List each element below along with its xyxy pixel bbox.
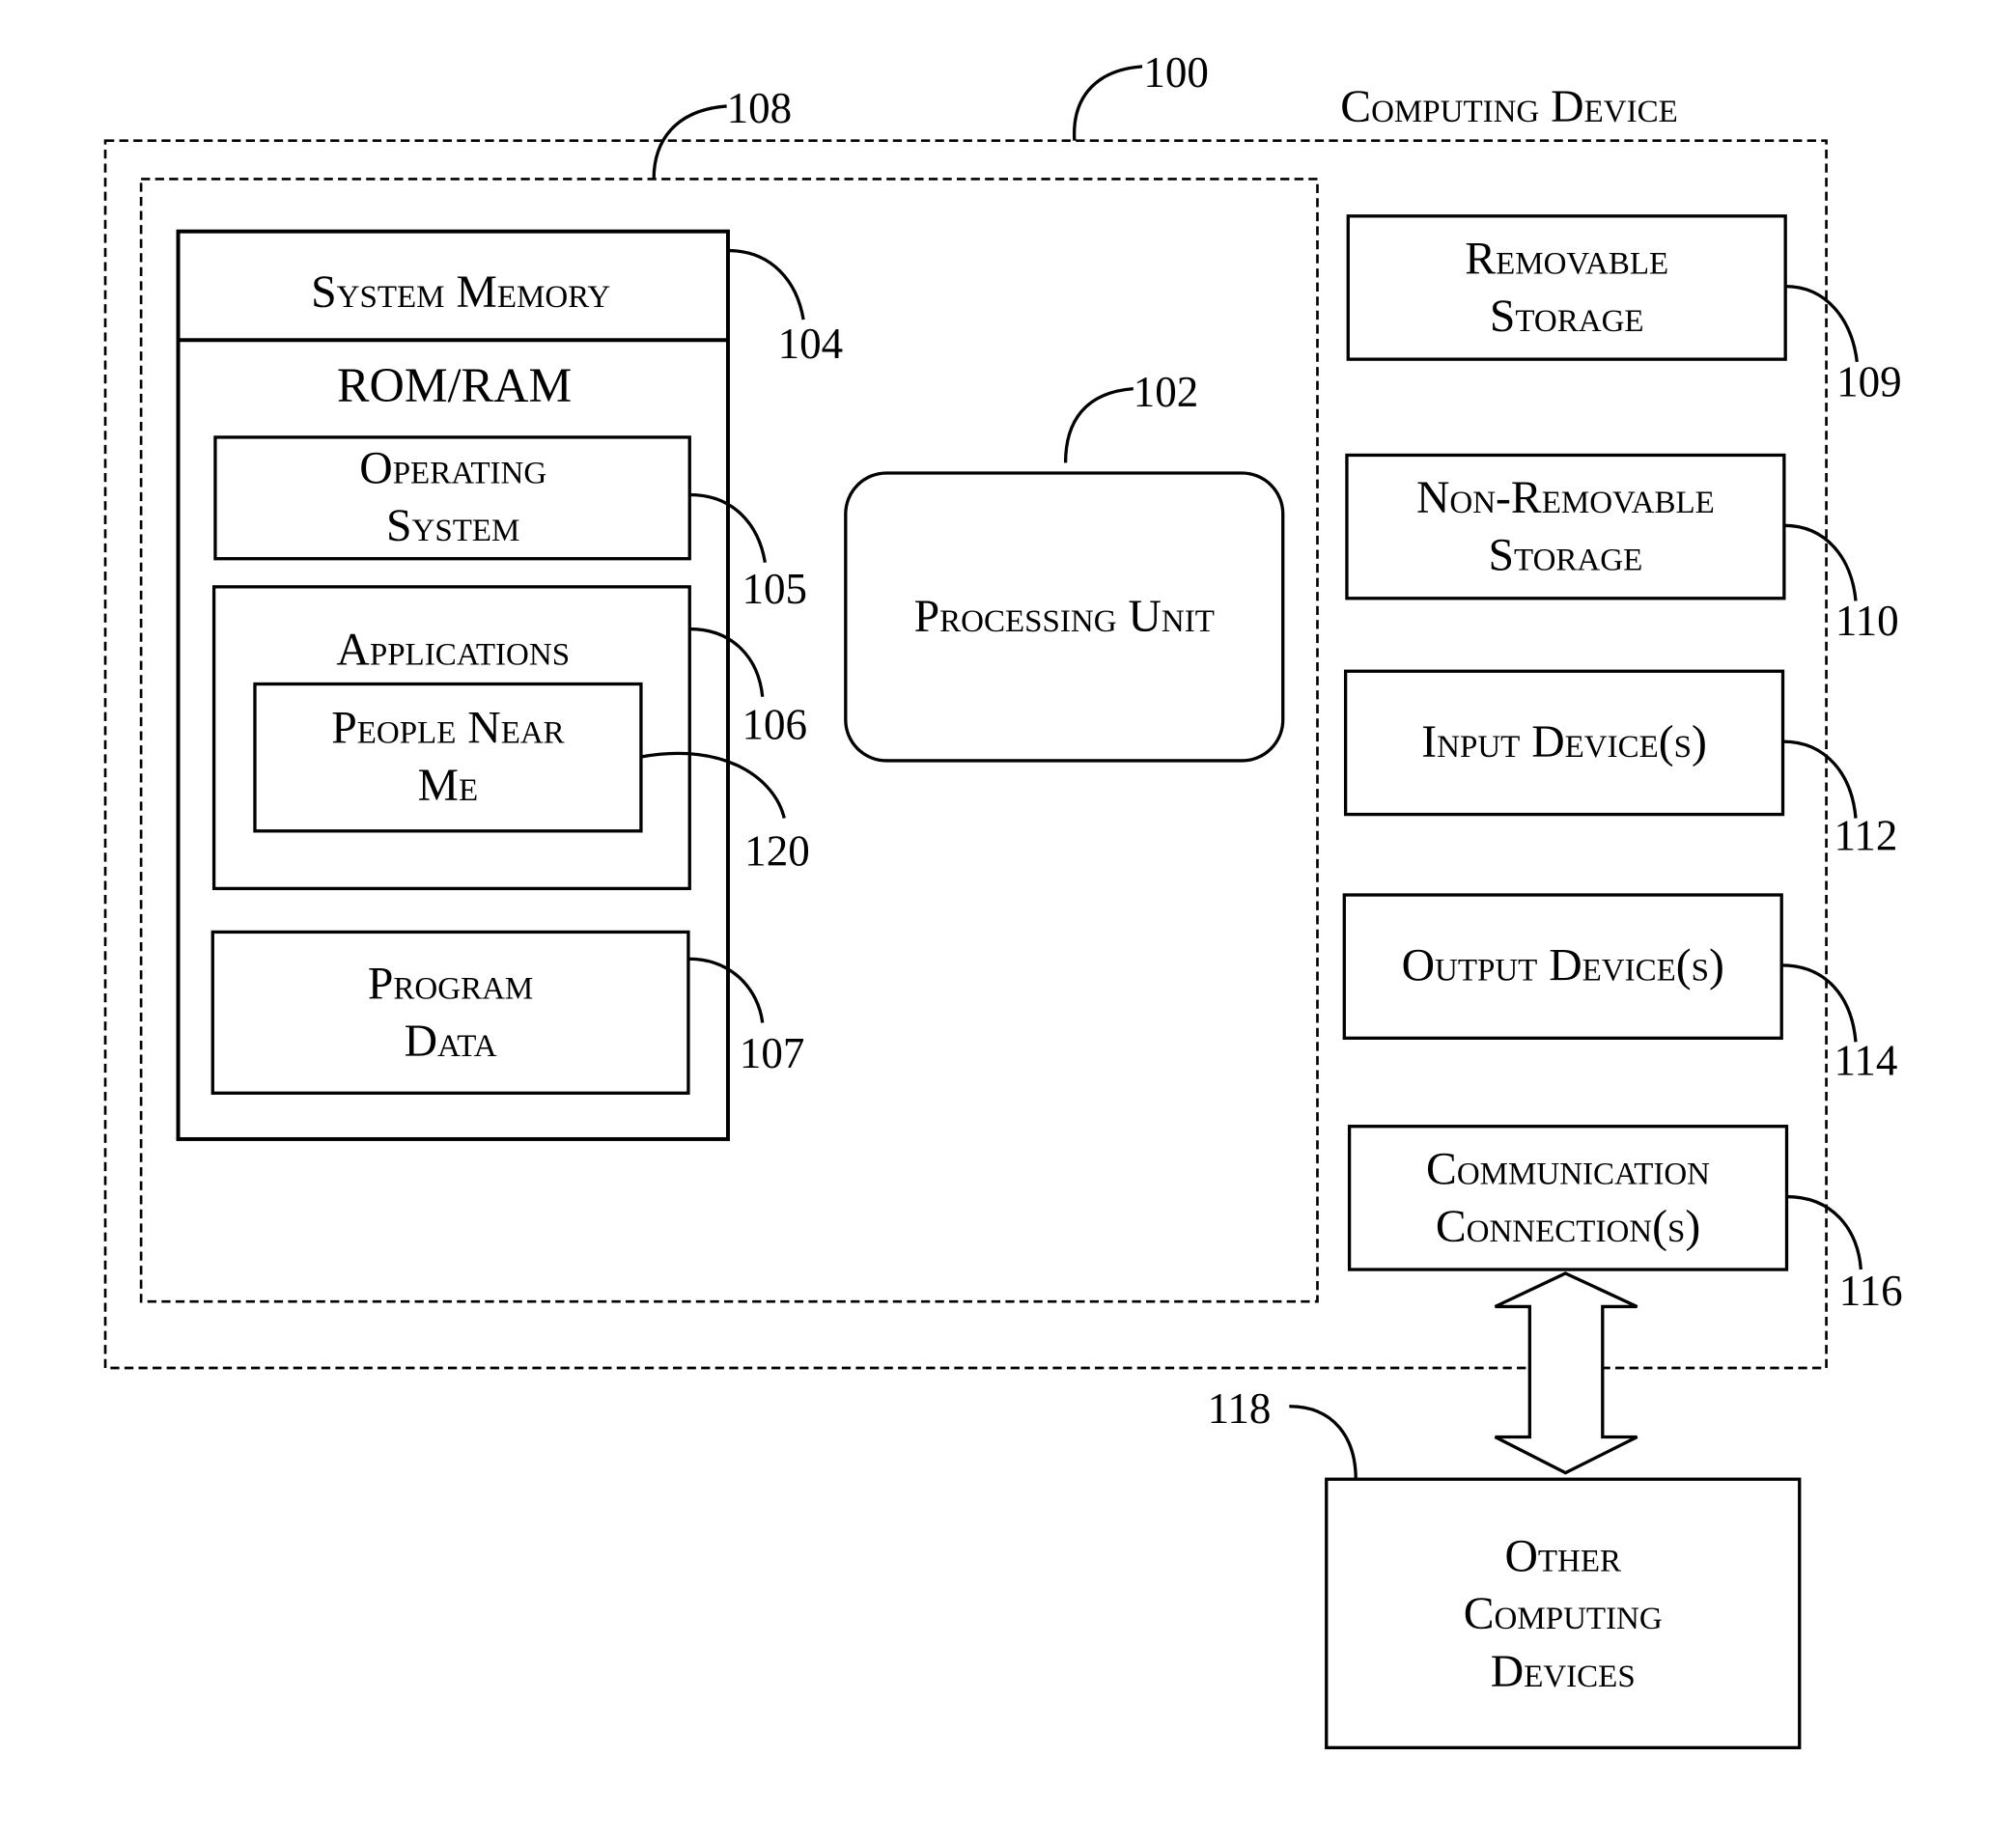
ref-110-leader [1783,523,1858,601]
program-data-line1: Program [368,959,533,1009]
applications-label: Applications [336,626,570,676]
computing-device-diagram: Computing Device 100 108 System Memory R… [103,48,1903,1749]
removable-storage-line2: Storage [1490,292,1644,342]
ref-109: 109 [1836,358,1902,406]
ref-112-leader [1782,739,1858,819]
non-removable-storage-block: Non-Removable Storage [1345,453,1786,600]
ref-106: 106 [742,700,808,748]
communication-connections-line1: Communication [1426,1144,1710,1194]
ref-109-leader [1785,284,1859,362]
communication-connections-block: Communication Connection(s) [1347,1125,1789,1271]
processing-unit-block: Processing Unit [844,471,1285,763]
system-memory-label: System Memory [311,267,610,318]
ref-104-leader [727,248,805,321]
other-computing-devices-line2: Computing [1464,1589,1663,1639]
bidirectional-arrow [1494,1271,1638,1475]
people-near-me-line1: People Near [331,703,565,753]
ref-118: 118 [1208,1384,1272,1433]
program-data-line2: Data [405,1017,497,1067]
ref-102: 102 [1134,368,1199,416]
ref-100-leader [1073,65,1143,141]
ref-105: 105 [742,565,808,613]
ref-107-leader [687,957,765,1023]
ref-114-leader [1781,963,1858,1043]
program-data-block: Program Data [210,930,690,1095]
ref-100: 100 [1143,48,1209,97]
ref-120: 120 [744,827,810,876]
people-near-me-line2: Me [418,761,479,811]
operating-system-block: Operating System [213,435,691,561]
input-devices-label: Input Device(s) [1421,717,1707,767]
removable-storage-block: Removable Storage [1346,214,1787,361]
other-computing-devices-block: Other Computing Devices [1325,1477,1802,1749]
other-computing-devices-line3: Devices [1491,1647,1636,1697]
ref-107: 107 [740,1029,805,1077]
ref-120-leader [640,751,786,819]
ref-118-leader [1289,1405,1358,1480]
operating-system-line1: Operating [359,444,546,494]
computing-device-title: Computing Device [1340,82,1677,132]
input-devices-block: Input Device(s) [1343,669,1785,817]
ref-116: 116 [1839,1267,1903,1315]
processing-unit-label: Processing Unit [914,592,1215,642]
ref-104: 104 [778,320,844,368]
ref-116-leader [1786,1194,1862,1270]
communication-connections-line2: Connection(s) [1436,1202,1700,1252]
ref-112: 112 [1834,812,1898,860]
other-computing-devices-line1: Other [1504,1532,1621,1582]
ref-108-leader [652,104,727,180]
people-near-me-block: People Near Me [253,682,643,833]
ref-110: 110 [1835,597,1899,645]
operating-system-line2: System [386,501,519,551]
ref-108: 108 [727,84,793,132]
output-devices-label: Output Device(s) [1402,941,1724,991]
rom-ram-label: ROM/RAM [337,358,572,412]
ref-114: 114 [1834,1037,1898,1085]
removable-storage-line1: Removable [1465,234,1668,284]
non-removable-storage-line2: Storage [1489,531,1643,581]
non-removable-storage-line1: Non-Removable [1416,473,1715,523]
output-devices-block: Output Device(s) [1342,893,1783,1040]
ref-102-leader [1063,386,1134,463]
